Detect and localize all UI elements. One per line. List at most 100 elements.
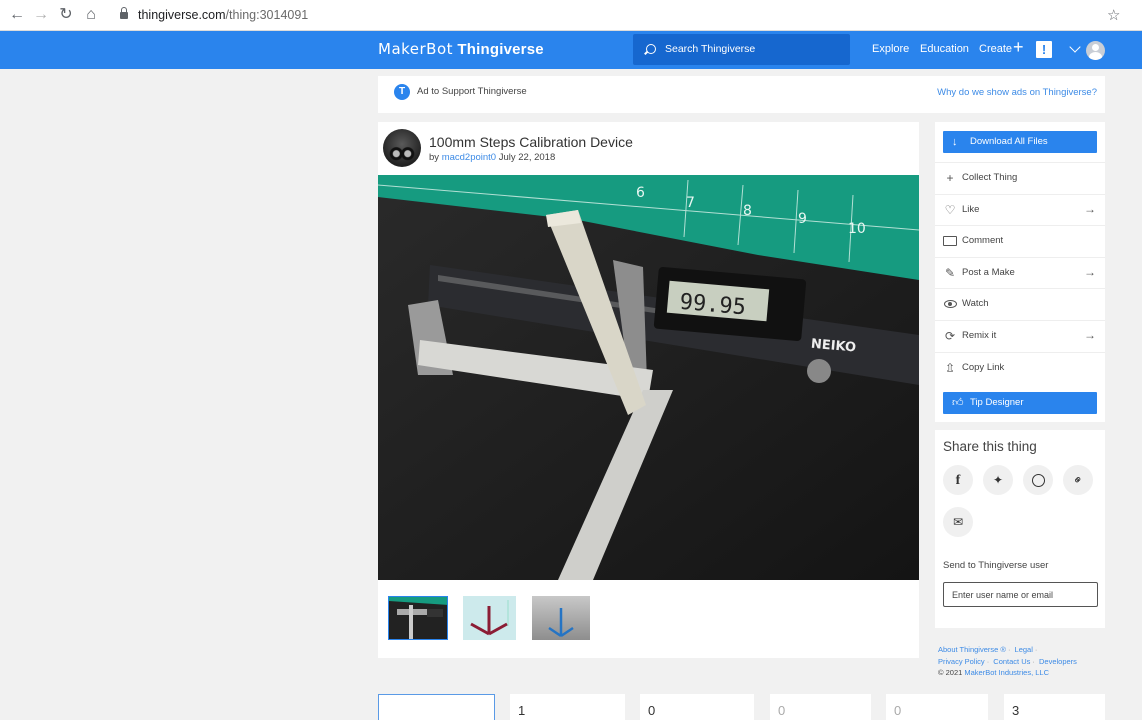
logo-makerbot: MakerBot: [378, 40, 454, 58]
action-label: Post a Make: [962, 266, 1015, 278]
stat-tab-2[interactable]: 0: [640, 694, 754, 720]
share-heading: Share this thing: [943, 439, 1037, 454]
footer-privacy-link[interactable]: Privacy Policy: [938, 657, 985, 666]
facebook-icon: f: [955, 473, 961, 488]
action-post-a-make[interactable]: ✎ Post a Make →: [935, 256, 1105, 289]
whatsapp-icon: [1031, 474, 1045, 488]
facebook-share-button[interactable]: f: [943, 465, 973, 495]
action-comment[interactable]: Comment: [935, 225, 1105, 257]
site-logo[interactable]: MakerBot Thingiverse: [378, 40, 544, 58]
thingiverse-t-icon: T: [394, 84, 410, 100]
browser-toolbar: ← → ↻ ⌂ thingiverse.com/thing:3014091 ☆: [0, 0, 1142, 31]
download-all-button[interactable]: ↓ Download All Files: [943, 131, 1097, 153]
sidebar-footer: About Thingiverse ® · Legal · Privacy Poli…: [938, 645, 1077, 677]
nav-explore[interactable]: Explore: [872, 43, 909, 55]
action-label: Collect Thing: [962, 172, 1018, 183]
thumbnail-caliper[interactable]: [388, 596, 448, 640]
envelope-icon: ✉: [952, 515, 964, 529]
thumbnail-blue-render[interactable]: [532, 596, 590, 640]
mat-number: 6: [636, 185, 645, 201]
send-to-user-input[interactable]: [943, 582, 1098, 607]
footer-developers-link[interactable]: Developers: [1039, 657, 1077, 666]
download-arrow-icon: ↓: [952, 136, 958, 148]
footer-company-link[interactable]: MakerBot Industries, LLC: [964, 668, 1049, 677]
stat-tab-0[interactable]: [378, 694, 495, 720]
nav-education[interactable]: Education: [920, 43, 969, 55]
action-collect-thing[interactable]: + Collect Thing: [935, 162, 1105, 194]
notification-alert-icon[interactable]: !: [1036, 41, 1052, 58]
url-host: thingiverse.com: [138, 8, 226, 22]
back-icon[interactable]: ←: [8, 6, 26, 24]
by-label: by: [429, 152, 440, 163]
footer-legal-link[interactable]: Legal: [1015, 645, 1033, 654]
email-share-button[interactable]: ✉: [943, 507, 973, 537]
user-avatar[interactable]: [1086, 41, 1105, 60]
url-path: /thing:3014091: [225, 8, 309, 22]
stat-tab-3[interactable]: 0: [770, 694, 871, 720]
bookmark-star-icon[interactable]: ☆: [1107, 6, 1120, 24]
mat-number: 9: [798, 211, 807, 227]
mat-number: 10: [848, 221, 866, 237]
thing-title: 100mm Steps Calibration Device: [429, 134, 633, 150]
ad-text: Ad to Support Thingiverse: [417, 86, 527, 97]
share-upload-icon: ⇫: [944, 360, 956, 375]
twitter-bird-icon: ✦: [992, 473, 1004, 487]
arrow-right-icon: →: [1084, 201, 1096, 216]
forward-icon[interactable]: →: [32, 6, 50, 24]
thing-card: 100mm Steps Calibration Device by macd2p…: [378, 122, 919, 658]
action-remix-it[interactable]: ⟳ Remix it →: [935, 320, 1105, 352]
twitter-share-button[interactable]: ✦: [983, 465, 1013, 495]
ad-banner: T Ad to Support Thingiverse Why do we sh…: [378, 76, 1105, 113]
reload-icon[interactable]: ↻: [57, 6, 75, 24]
mat-number: 8: [743, 203, 752, 219]
action-label: Like: [962, 203, 980, 215]
caliper-thumbwheel: [807, 359, 831, 383]
action-copy-link[interactable]: ⇫ Copy Link: [935, 351, 1105, 384]
thumbnail-red-render[interactable]: [463, 596, 516, 640]
action-label: Comment: [962, 235, 1004, 247]
address-bar[interactable]: thingiverse.com/thing:3014091: [114, 5, 1094, 25]
tip-label: Tip Designer: [970, 397, 1024, 408]
why-ads-link[interactable]: Why do we show ads on Thingiverse?: [937, 87, 1097, 98]
actions-panel: ↓ Download All Files + Collect Thing ♡ L…: [935, 122, 1105, 422]
main-photo[interactable]: 6 7 8 9 10 99.95 NEIKO: [378, 175, 919, 580]
thumbs-up-icon: 👍︎: [952, 397, 964, 409]
pencil-icon: ✎: [944, 265, 956, 280]
whatsapp-share-button[interactable]: [1023, 465, 1053, 495]
eye-icon: [942, 297, 958, 311]
search-icon: [646, 44, 656, 54]
download-label: Download All Files: [970, 136, 1048, 147]
action-label: Remix it: [962, 330, 997, 341]
link-chain-icon: ⚭: [1069, 471, 1087, 489]
stat-tab-5[interactable]: 3: [1004, 694, 1105, 720]
footer-about-link[interactable]: About Thingiverse ®: [938, 645, 1006, 654]
tip-designer-button[interactable]: 👍︎ Tip Designer: [943, 392, 1097, 414]
search-placeholder: Search Thingiverse: [665, 43, 756, 55]
nav-create[interactable]: Create: [979, 43, 1012, 55]
arrow-right-icon: →: [1084, 264, 1096, 279]
create-plus-icon[interactable]: +: [1013, 37, 1024, 58]
arrow-right-icon: →: [1084, 328, 1096, 342]
lock-icon: [120, 7, 128, 19]
copyright-text: © 2021: [938, 668, 963, 677]
plus-icon: +: [946, 171, 954, 185]
author-link[interactable]: macd2point0: [442, 152, 496, 163]
action-like[interactable]: ♡ Like →: [935, 193, 1105, 226]
copy-link-share-button[interactable]: ⚭: [1063, 465, 1093, 495]
action-watch[interactable]: Watch: [935, 288, 1105, 320]
home-icon[interactable]: ⌂: [82, 6, 100, 24]
chevron-down-icon[interactable]: [1069, 41, 1081, 53]
search-box[interactable]: Search Thingiverse: [633, 34, 850, 65]
stat-tab-4[interactable]: 0: [886, 694, 988, 720]
footer-contact-link[interactable]: Contact Us: [993, 657, 1030, 666]
send-to-user-label: Send to Thingiverse user: [943, 560, 1049, 571]
share-panel: Share this thing f ✦ ⚭ ✉ Send to Thingiv…: [935, 430, 1105, 628]
remix-icon: ⟳: [944, 329, 956, 343]
stat-tab-1[interactable]: 1: [510, 694, 625, 720]
heart-icon: ♡: [944, 202, 956, 217]
site-header: MakerBot Thingiverse Search Thingiverse …: [0, 31, 1142, 69]
comment-icon: [942, 234, 958, 248]
author-avatar[interactable]: [383, 129, 421, 167]
caliper-photo-illustration: 6 7 8 9 10 99.95 NEIKO: [378, 175, 919, 580]
logo-thingiverse: Thingiverse: [457, 41, 544, 58]
